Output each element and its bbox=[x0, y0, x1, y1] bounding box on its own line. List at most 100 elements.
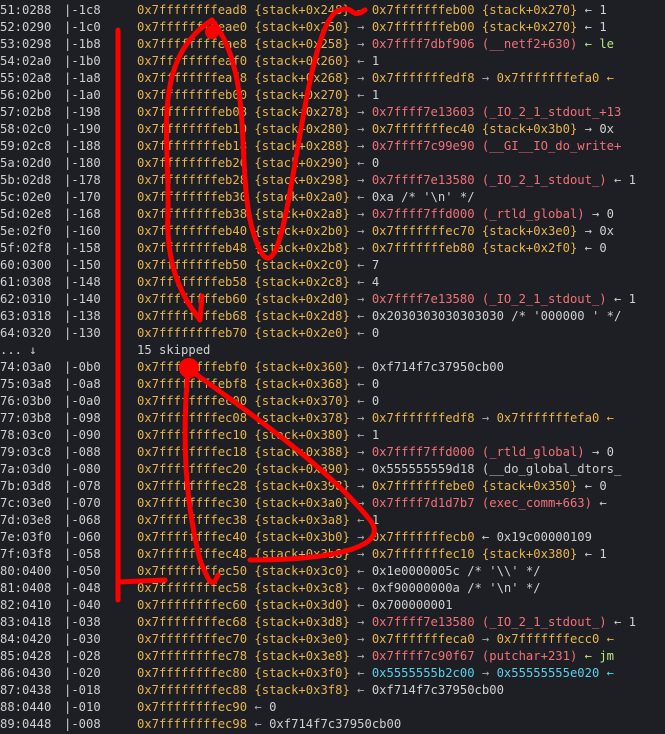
pointer-arrow: → bbox=[357, 139, 365, 153]
stack-ref: {stack+0x3c0} bbox=[254, 564, 350, 578]
pointer-arrow: ← bbox=[357, 190, 365, 204]
value-2: → bbox=[481, 411, 490, 425]
row-index: 54:02a0 bbox=[0, 54, 52, 68]
value-2: {stack+0x270} bbox=[481, 3, 578, 17]
stack-ref: {stack+0x3e8} bbox=[254, 649, 350, 663]
pointer-arrow: ← bbox=[357, 428, 365, 442]
pointer-arrow: → bbox=[357, 3, 365, 17]
row-index: 7c:03e0 bbox=[0, 496, 52, 510]
stack-row: 78:03c0 |-090 0x7ffffffffec10 {stack+0x380… bbox=[0, 427, 665, 444]
row-content: 0x7ffffffffead8 {stack+0x248} → 0x7fffff… bbox=[137, 2, 607, 19]
value-1: 0x7fffffffec40 bbox=[371, 122, 475, 136]
value-1: 0x7fffffffec70 bbox=[371, 224, 475, 238]
stack-row: 87:0438 |-018 0x7ffffffffec88 {stack+0x3f8… bbox=[0, 682, 665, 699]
row-content: 0x7ffffffffeb58 {stack+0x2c8} ← 4 bbox=[137, 274, 379, 291]
pointer-arrow: → bbox=[357, 462, 365, 476]
value-2: ← 0x19c00000109 bbox=[481, 530, 592, 544]
row-index: 64:0320 bbox=[0, 326, 52, 340]
stack-row: 5f:02f8 |-158 0x7ffffffffeb48 {stack+0x2b8… bbox=[0, 240, 665, 257]
pointer-arrow: → bbox=[357, 411, 365, 425]
row-offset: |-0b0 bbox=[64, 360, 101, 374]
stack-row: 5e:02f0 |-160 0x7ffffffffeb40 {stack+0x2b0… bbox=[0, 223, 665, 240]
value-1: 0x7ffff7c90f67 bbox=[371, 649, 475, 663]
value-1: 0x5555555b2c00 bbox=[371, 666, 475, 680]
stack-row: 55:02a8 |-1a8 0x7ffffffffeaf8 {stack+0x268… bbox=[0, 70, 665, 87]
row-index: 5c:02e0 bbox=[0, 190, 52, 204]
pointer-arrow: → bbox=[357, 547, 365, 561]
pointer-arrow: → bbox=[357, 632, 365, 646]
stack-row: 85:0428 |-028 0x7ffffffffec78 {stack+0x3e8… bbox=[0, 648, 665, 665]
row-index: 58:02c0 bbox=[0, 122, 52, 136]
pointer-arrow: → bbox=[357, 71, 365, 85]
row-offset: |-1c0 bbox=[64, 20, 101, 34]
row-content: 0x7ffffffffeb48 {stack+0x2b8} → 0x7fffff… bbox=[137, 240, 607, 257]
stack-address: 0x7ffffffffeb38 bbox=[137, 207, 248, 221]
row-content: 0x7ffffffffeb30 {stack+0x2a0} ← 0xa /* '… bbox=[137, 189, 475, 206]
row-offset: |-1a8 bbox=[64, 71, 101, 85]
pointer-arrow: → bbox=[357, 241, 365, 255]
value-tail: ← 1 bbox=[584, 20, 607, 34]
stack-ref: {stack+0x3e0} bbox=[254, 632, 350, 646]
row-content: 0x7ffffffffeb50 {stack+0x2c0} ← 7 bbox=[137, 257, 379, 274]
stack-ref: {stack+0x2a8} bbox=[254, 207, 350, 221]
stack-address: 0x7ffffffffeb58 bbox=[137, 275, 248, 289]
value-tail: ← 1 bbox=[614, 615, 637, 629]
row-offset: |-148 bbox=[64, 275, 101, 289]
value-2: → bbox=[481, 71, 490, 85]
value-1: 0x7fffffffeb00 bbox=[371, 3, 475, 17]
row-index: 84:0420 bbox=[0, 632, 52, 646]
stack-address: 0x7ffffffffeb50 bbox=[137, 258, 248, 272]
value-1: 7 bbox=[371, 258, 380, 272]
row-content: 0x7ffffffffeb38 {stack+0x2a8} → 0x7ffff7… bbox=[137, 206, 614, 223]
stack-ref: {stack+0x2d0} bbox=[254, 292, 350, 306]
stack-address: 0x7ffffffffec50 bbox=[137, 564, 248, 578]
value-2: {stack+0x380} bbox=[481, 547, 578, 561]
stack-row: 74:03a0 |-0b0 0x7ffffffffebf0 {stack+0x360… bbox=[0, 359, 665, 376]
stack-ref: {stack+0x2b0} bbox=[254, 224, 350, 238]
stack-row: 5a:02d0 |-180 0x7ffffffffeb20 {stack+0x290… bbox=[0, 155, 665, 172]
pointer-arrow: → bbox=[357, 20, 365, 34]
row-offset: |-170 bbox=[64, 190, 101, 204]
value-2: → bbox=[481, 632, 490, 646]
stack-ref: {stack+0x250} bbox=[254, 20, 350, 34]
value-2: (_IO_2_1_stdout_+13 bbox=[481, 105, 622, 119]
row-content: 0x7ffffffffebf0 {stack+0x360} ← 0xf714f7… bbox=[137, 359, 504, 376]
stack-address: 0x7ffffffffeb18 bbox=[137, 139, 248, 153]
value-2: (__GI__IO_do_write+ bbox=[481, 139, 622, 153]
stack-ref: {stack+0x3d8} bbox=[254, 615, 350, 629]
pointer-arrow: → bbox=[357, 445, 365, 459]
pointer-arrow: → bbox=[357, 292, 365, 306]
row-content: 0x7ffffffffec50 {stack+0x3c0} ← 0x1e0000… bbox=[137, 563, 541, 580]
row-index: 87:0438 bbox=[0, 683, 52, 697]
row-index: 56:02b0 bbox=[0, 88, 52, 102]
stack-address: 0x7ffffffffeb28 bbox=[137, 173, 248, 187]
value-2: (_IO_2_1_stdout_) bbox=[481, 173, 607, 187]
row-index: 5e:02f0 bbox=[0, 224, 52, 238]
value-2: (exec_comm+663) bbox=[481, 496, 592, 510]
stack-row: 83:0418 |-038 0x7ffffffffec68 {stack+0x3d8… bbox=[0, 614, 665, 631]
row-index: 7f:03f8 bbox=[0, 547, 52, 561]
pointer-arrow: ← bbox=[254, 717, 262, 731]
stack-address: 0x7ffffffffec60 bbox=[137, 598, 248, 612]
value-1: 1 bbox=[371, 54, 380, 68]
value-1: 0 bbox=[371, 326, 380, 340]
stack-ref: {stack+0x388} bbox=[254, 445, 350, 459]
pointer-arrow: ← bbox=[254, 700, 262, 714]
value-2: {stack+0x350} bbox=[481, 479, 578, 493]
value-2: {stack+0x3e0} bbox=[481, 224, 578, 238]
pointer-arrow: ← bbox=[357, 326, 365, 340]
row-offset: |-178 bbox=[64, 173, 101, 187]
value-1: 0xf714f7c37950cb00 bbox=[371, 360, 504, 374]
row-offset: |-030 bbox=[64, 632, 101, 646]
stack-row: 53:0298 |-1b8 0x7ffffffffeae8 {stack+0x258… bbox=[0, 36, 665, 53]
pointer-arrow: ← bbox=[357, 54, 365, 68]
row-index: 61:0308 bbox=[0, 275, 52, 289]
row-offset: |-088 bbox=[64, 445, 101, 459]
stack-row: 56:02b0 |-1a0 0x7ffffffffeb00 {stack+0x270… bbox=[0, 87, 665, 104]
stack-ref: {stack+0x2a0} bbox=[254, 190, 350, 204]
row-offset: |-070 bbox=[64, 496, 101, 510]
stack-ref: {stack+0x2c0} bbox=[254, 258, 350, 272]
row-index: 53:0298 bbox=[0, 37, 52, 51]
stack-address: 0x7ffffffffeb00 bbox=[137, 88, 248, 102]
row-offset: |-158 bbox=[64, 241, 101, 255]
